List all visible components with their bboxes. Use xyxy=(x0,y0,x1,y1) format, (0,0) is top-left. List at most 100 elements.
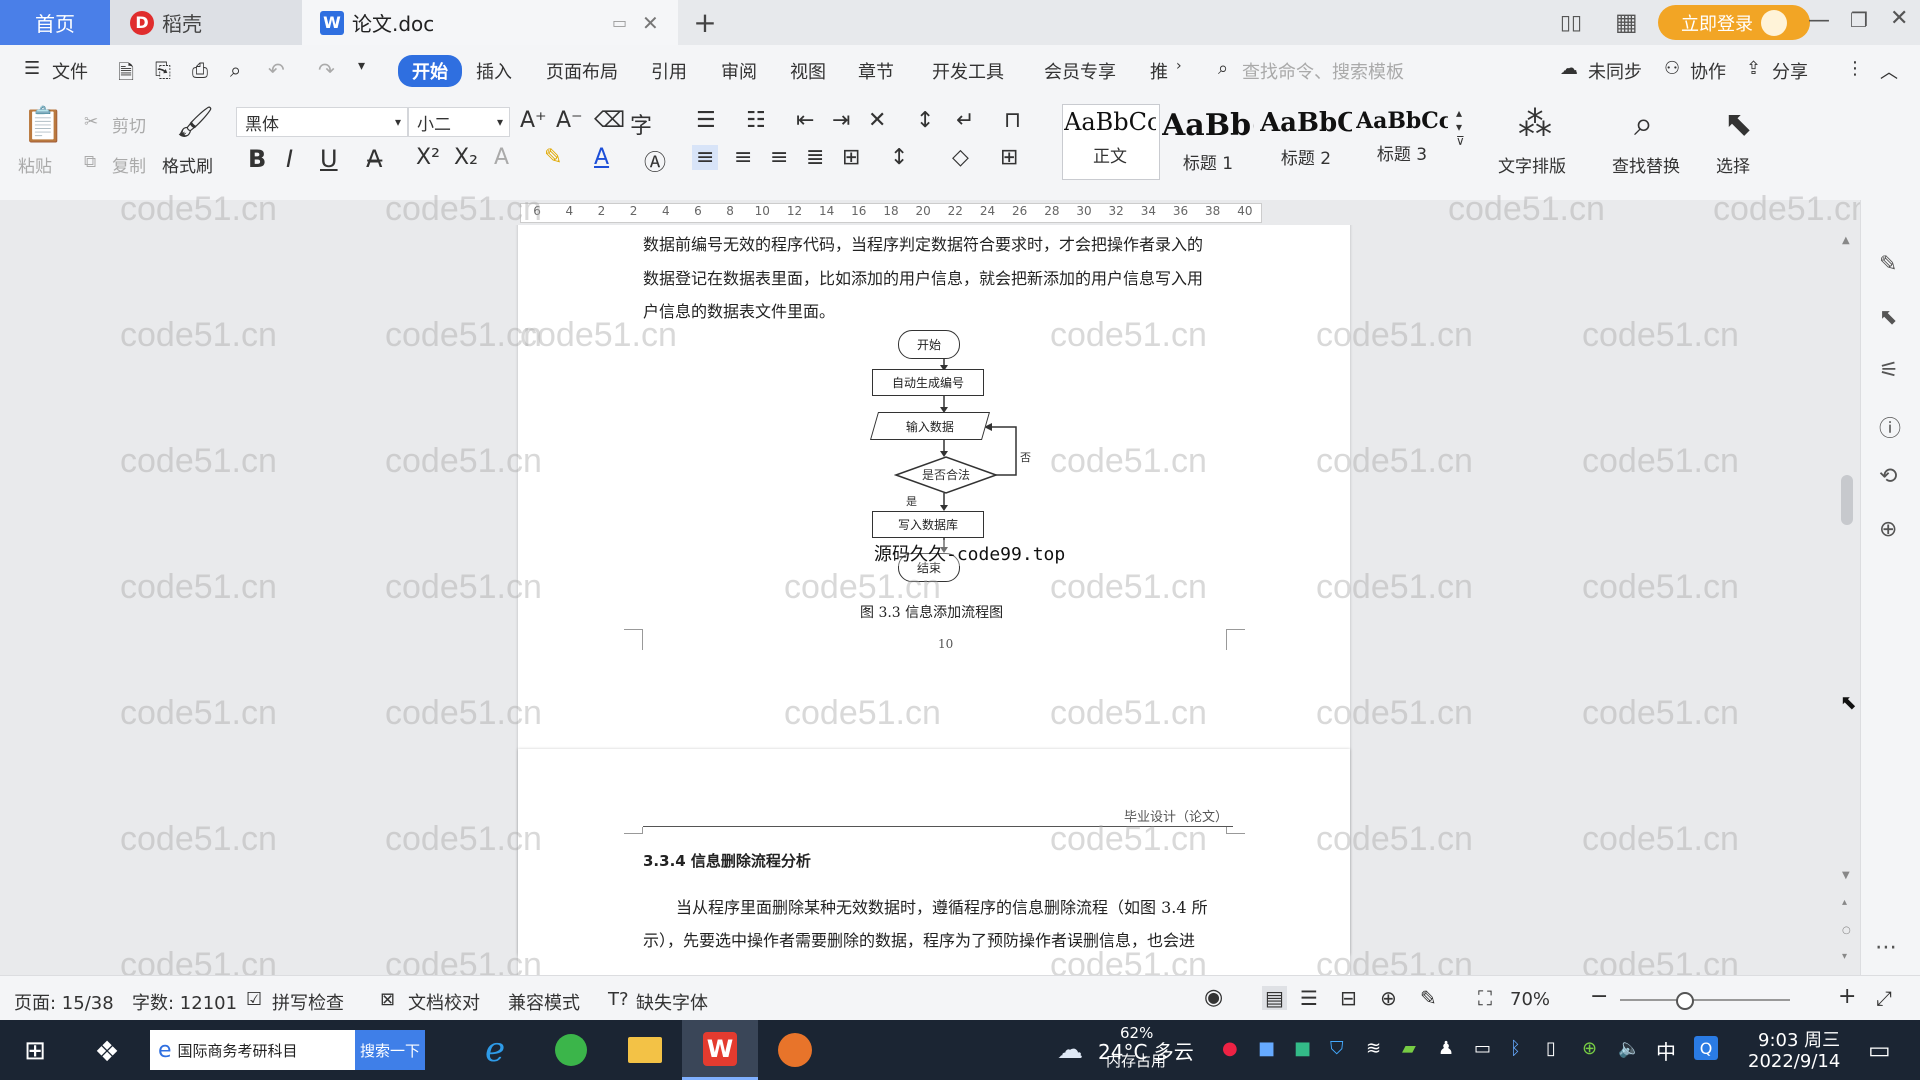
menu-more[interactable]: 推 xyxy=(1150,58,1168,84)
collapse-ribbon-icon[interactable]: ︿ xyxy=(1880,58,1898,84)
shading-icon[interactable]: ◇ xyxy=(952,145,969,170)
eye-protect-icon[interactable]: ◉ xyxy=(1204,985,1223,1010)
font-color-icon[interactable]: A xyxy=(594,145,609,170)
find-replace-button[interactable]: 查找替换 xyxy=(1612,152,1680,177)
style-heading-2[interactable]: AaBbC 标题 2 xyxy=(1260,108,1352,176)
scroll-up-icon[interactable]: ▲ xyxy=(1842,235,1850,246)
font-size-select[interactable]: 小二 ▾ xyxy=(408,107,510,137)
app-taskbar-icon[interactable] xyxy=(770,1030,820,1070)
fit-page-icon[interactable]: ⛶ xyxy=(1478,986,1492,1010)
menu-member[interactable]: 会员专享 xyxy=(1044,58,1116,84)
missing-font-button[interactable]: 缺失字体 xyxy=(636,989,708,1015)
char-border-icon[interactable]: Ⓐ xyxy=(644,145,666,177)
pen-icon[interactable]: ✎ xyxy=(1879,252,1897,277)
increase-indent-icon[interactable]: ⇥ xyxy=(832,108,850,133)
menu-start[interactable]: 开始 xyxy=(398,55,462,87)
page-indicator[interactable]: 页面: 15/38 xyxy=(14,989,114,1015)
chinese-layout-icon[interactable]: ✕ xyxy=(868,108,886,133)
vertical-scrollbar[interactable]: ▲ ▼ ▴ ○ ▾ xyxy=(1835,225,1859,975)
file-explorer-icon[interactable] xyxy=(620,1030,670,1070)
notification-icon[interactable]: ▭ xyxy=(1868,1036,1891,1064)
outline-view-icon[interactable]: ☰ xyxy=(1300,986,1318,1010)
save-icon[interactable]: 🗎 xyxy=(118,58,134,92)
weather-cloud-icon[interactable]: ☁ xyxy=(1052,1034,1088,1066)
sogou-icon[interactable]: Q xyxy=(1694,1036,1718,1060)
menu-file[interactable]: 文件 xyxy=(52,58,88,84)
ime-indicator[interactable]: 中 xyxy=(1656,1036,1676,1065)
font-name-select[interactable]: 黑体 ▾ xyxy=(236,107,408,137)
write-mode-icon[interactable]: ✎ xyxy=(1420,986,1437,1010)
sliders-icon[interactable]: ⚟ xyxy=(1879,358,1899,383)
tab-stops-icon[interactable]: ⊓ xyxy=(1004,108,1021,133)
bluetooth-icon[interactable]: ᛒ xyxy=(1510,1038,1521,1059)
clock-time[interactable]: 9:03 周三 xyxy=(1758,1026,1840,1052)
browser-360-icon[interactable] xyxy=(546,1030,596,1070)
page-view-icon[interactable]: ▤ xyxy=(1262,986,1287,1010)
hamburger-icon[interactable]: ☰ xyxy=(24,58,40,79)
zoom-level[interactable]: 70% xyxy=(1510,989,1550,1010)
text-layout-button[interactable]: 文字排版 xyxy=(1498,152,1566,177)
highlight-icon[interactable]: ✎ xyxy=(544,145,562,170)
undo-icon[interactable]: ↶ xyxy=(268,58,285,82)
redo-icon[interactable]: ↷ xyxy=(318,58,335,82)
layout-icon[interactable]: ▯▯ xyxy=(1560,10,1582,34)
underline-icon[interactable]: U xyxy=(320,145,338,173)
print-icon[interactable]: ⎙ xyxy=(192,58,208,82)
select-browse-icon[interactable]: ○ xyxy=(1842,925,1851,936)
search-go-button[interactable]: 搜索一下 xyxy=(355,1030,425,1070)
zoom-slider[interactable] xyxy=(1620,999,1790,1001)
phonetic-guide-icon[interactable]: 字 xyxy=(630,108,652,140)
clear-format-icon[interactable]: ⌫ xyxy=(594,108,625,133)
align-center-icon[interactable]: ≡ xyxy=(734,145,752,170)
tray-app-icon[interactable]: ■ xyxy=(1258,1038,1275,1059)
wifi-icon[interactable]: ≋ xyxy=(1366,1038,1381,1059)
menu-chapter[interactable]: 章节 xyxy=(858,58,894,84)
zoom-slider-handle[interactable] xyxy=(1676,992,1694,1010)
collab-button[interactable]: 协作 xyxy=(1690,58,1726,84)
ie-browser-icon[interactable]: ℯ xyxy=(470,1030,520,1070)
style-heading-3[interactable]: AaBbCcI 标题 3 xyxy=(1356,108,1448,176)
grow-font-icon[interactable]: A⁺ xyxy=(520,108,547,133)
login-button[interactable]: 立即登录 xyxy=(1658,5,1810,40)
style-heading-1[interactable]: AaBb(标题 1 xyxy=(1162,108,1254,176)
text-effect-icon[interactable]: A xyxy=(494,145,509,170)
windows-start-icon[interactable]: ⊞ xyxy=(18,1034,52,1068)
decrease-indent-icon[interactable]: ⇤ xyxy=(796,108,814,133)
quick-access-dropdown-icon[interactable]: ▾ xyxy=(358,58,365,74)
zoom-in-icon[interactable]: + xyxy=(1838,984,1856,1009)
more-vertical-icon[interactable]: ⋮ xyxy=(1846,58,1864,79)
page-16[interactable]: 毕业设计（论文） 3.3.4 信息删除流程分析 当从程序里面删除某种无效数据时，… xyxy=(518,749,1350,975)
menu-view[interactable]: 视图 xyxy=(790,58,826,84)
tray-plus-icon[interactable]: ⊕ xyxy=(1582,1038,1597,1059)
strikethrough-icon[interactable]: A̶ xyxy=(366,145,382,173)
clock-date[interactable]: 2022/9/14 xyxy=(1748,1051,1840,1072)
paste-icon[interactable]: 📋 xyxy=(22,105,64,145)
styles-scroll-icon[interactable]: ▴ ▾ ⊽ xyxy=(1456,106,1465,148)
bullet-list-icon[interactable]: ☰ xyxy=(696,108,716,133)
word-count[interactable]: 字数: 12101 xyxy=(132,989,237,1015)
tab-home[interactable]: 首页 xyxy=(0,0,110,45)
tray-app-icon[interactable]: ■ xyxy=(1294,1038,1311,1059)
cursor-icon[interactable]: ⬉ xyxy=(1879,305,1897,330)
doc-proof-button[interactable]: 文档校对 xyxy=(408,989,480,1015)
bold-icon[interactable]: B xyxy=(248,145,266,173)
subscript-icon[interactable]: X₂ xyxy=(454,145,478,170)
document-canvas[interactable]: 数据前编号无效的程序代码，当程序判定数据符合要求时，才会把操作者录入的 数据登记… xyxy=(0,225,1835,975)
paste-button[interactable]: 粘贴 xyxy=(18,152,52,177)
menu-references[interactable]: 引用 xyxy=(651,58,687,84)
reading-view-icon[interactable]: ⊟ xyxy=(1340,986,1357,1010)
share-button[interactable]: 分享 xyxy=(1772,58,1808,84)
menu-developer[interactable]: 开发工具 xyxy=(932,58,1004,84)
chevron-right-icon[interactable]: › xyxy=(1176,58,1182,74)
drive-icon[interactable]: ▭ xyxy=(1474,1038,1491,1059)
copy-button[interactable]: 复制 xyxy=(112,152,146,177)
compass-icon[interactable]: ⊕ xyxy=(1879,517,1897,542)
scrollbar-thumb[interactable] xyxy=(1841,475,1853,525)
tray-app-icon[interactable]: ● xyxy=(1222,1038,1238,1059)
restore-icon[interactable]: ❐ xyxy=(1850,8,1868,32)
cut-button[interactable]: 剪切 xyxy=(112,112,146,137)
sort-icon[interactable]: ↕ xyxy=(916,108,934,133)
volume-icon[interactable]: 🔈 xyxy=(1618,1038,1640,1059)
close-tab-icon[interactable]: ✕ xyxy=(642,11,659,35)
fullscreen-icon[interactable]: ⤢ xyxy=(1876,986,1892,1010)
